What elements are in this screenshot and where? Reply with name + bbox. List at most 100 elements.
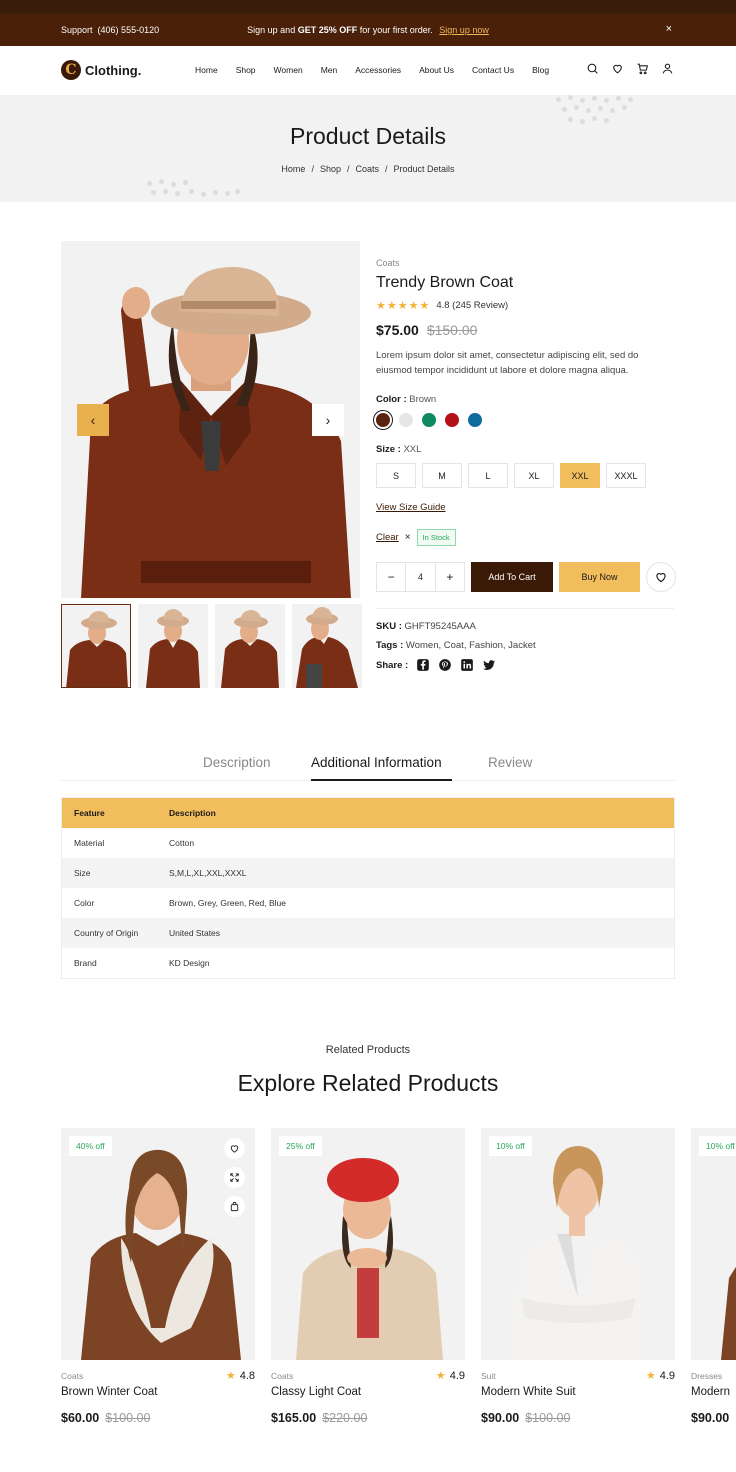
size-guide-link[interactable]: View Size Guide: [376, 502, 446, 513]
card-price-current: $60.00: [61, 1411, 100, 1425]
thumbnail-4[interactable]: [292, 604, 362, 688]
user-icon[interactable]: [661, 62, 674, 75]
table-row: Color Brown, Grey, Green, Red, Blue: [62, 888, 674, 918]
breadcrumb-separator: /: [346, 164, 350, 174]
product-card[interactable]: 10% off Suit ★ 4.9 Modern White Suit $90.…: [481, 1128, 675, 1425]
thumbnail-1[interactable]: [61, 604, 131, 688]
swatch-brown[interactable]: [376, 413, 390, 427]
nav-item-shop[interactable]: Shop: [236, 65, 256, 75]
thumbnail-2[interactable]: [138, 604, 208, 688]
related-title: Explore Related Products: [237, 1070, 499, 1096]
product-card[interactable]: 25% off Coats ★ 4.9 Classy Light Coat $16…: [271, 1128, 465, 1425]
share-label: Share :: [376, 659, 409, 671]
card-price-current: $90.00: [691, 1411, 730, 1425]
tab-review[interactable]: Review: [488, 755, 532, 770]
qty-minus-button[interactable]: −: [377, 563, 405, 591]
nav-item-accessories[interactable]: Accessories: [355, 65, 401, 75]
card-name[interactable]: Classy Light Coat: [271, 1386, 361, 1398]
close-icon[interactable]: ×: [666, 23, 672, 35]
nav-item-contact[interactable]: Contact Us: [472, 65, 514, 75]
swatch-green[interactable]: [422, 413, 436, 427]
swatch-red[interactable]: [445, 413, 459, 427]
clear-link[interactable]: Clear: [376, 532, 399, 543]
add-to-cart-button[interactable]: Add To Cart: [471, 562, 553, 592]
thumbnail-3[interactable]: [215, 604, 285, 688]
nav-item-about[interactable]: About Us: [419, 65, 454, 75]
wishlist-button[interactable]: [646, 562, 676, 592]
size-option-xxl[interactable]: XXL: [560, 463, 600, 488]
product-category[interactable]: Coats: [376, 258, 676, 268]
product-card-image[interactable]: 10% off: [481, 1128, 675, 1360]
product-card-image[interactable]: 25% off: [271, 1128, 465, 1360]
cart-icon[interactable]: [636, 62, 649, 75]
wishlist-button[interactable]: [224, 1138, 245, 1159]
nav-item-women[interactable]: Women: [274, 65, 303, 75]
twitter-icon[interactable]: [482, 658, 496, 672]
card-rating: ★ 4.9: [646, 1369, 675, 1382]
size-option-xxxl[interactable]: XXXL: [606, 463, 646, 488]
card-name[interactable]: Brown Winter Coat: [61, 1386, 158, 1398]
rating-stars: ★★★★★: [376, 300, 431, 312]
nav-menu: Home Shop Women Men Accessories About Us…: [195, 65, 549, 75]
size-option-l[interactable]: L: [468, 463, 508, 488]
tags-value[interactable]: Women, Coat, Fashion, Jacket: [406, 640, 536, 651]
qty-plus-button[interactable]: +: [436, 563, 464, 591]
logo[interactable]: C Clothing.: [61, 60, 141, 80]
tab-description[interactable]: Description: [203, 755, 271, 770]
gallery-next-button[interactable]: ›: [312, 404, 344, 436]
row-feature: Country of Origin: [74, 928, 139, 938]
breadcrumb-separator: /: [311, 164, 314, 174]
size-option-xl[interactable]: XL: [514, 463, 554, 488]
card-name[interactable]: Modern White Suit: [481, 1386, 576, 1398]
nav-item-blog[interactable]: Blog: [532, 65, 549, 75]
table-row: Brand KD Design: [62, 948, 674, 978]
gallery-prev-button[interactable]: ‹: [77, 404, 109, 436]
share-row: Share :: [376, 658, 676, 672]
sku-row: SKU : GHFT95245AAA: [376, 621, 676, 632]
size-value: XXL: [403, 444, 422, 455]
size-options: S M L XL XXL XXXL: [376, 463, 676, 488]
card-actions: [224, 1138, 245, 1217]
linkedin-icon[interactable]: [460, 658, 474, 672]
clear-icon[interactable]: ×: [405, 532, 411, 543]
info-tabs: Description Additional Information Revie…: [61, 750, 675, 781]
breadcrumb-shop[interactable]: Shop: [320, 164, 341, 174]
logo-mark: C: [61, 60, 81, 80]
product-card[interactable]: 10% off Dresses Modern $90.00: [691, 1128, 736, 1425]
promo-bold: GET 25% OFF: [297, 25, 358, 35]
signup-link[interactable]: Sign up now: [439, 25, 489, 35]
breadcrumb-separator: /: [385, 164, 388, 174]
product-card-image[interactable]: 40% off: [61, 1128, 255, 1360]
product-price: $75.00: [376, 322, 419, 338]
size-option-s[interactable]: S: [376, 463, 416, 488]
color-label-text: Color :: [376, 394, 407, 405]
pinterest-icon[interactable]: [438, 658, 452, 672]
facebook-icon[interactable]: [416, 658, 430, 672]
card-price-old: $220.00: [322, 1411, 368, 1425]
logo-text: Clothing.: [85, 62, 142, 78]
rating-text[interactable]: 4.8 (245 Review): [436, 300, 508, 311]
size-option-m[interactable]: M: [422, 463, 462, 488]
product-rating: ★★★★★ 4.8 (245 Review): [376, 299, 676, 312]
product-card[interactable]: 40% off Coats ★ 4.8 Brown Winter Coat $60…: [61, 1128, 255, 1425]
heart-icon[interactable]: [611, 62, 624, 75]
nav-item-home[interactable]: Home: [195, 65, 218, 75]
breadcrumb-coats[interactable]: Coats: [356, 164, 380, 174]
qty-input[interactable]: 4: [405, 563, 436, 591]
row-value: Cotton: [169, 838, 195, 848]
main-nav: C Clothing. Home Shop Women Men Accessor…: [0, 46, 736, 95]
quick-view-button[interactable]: [224, 1167, 245, 1188]
swatch-grey[interactable]: [399, 413, 413, 427]
buy-now-button[interactable]: Buy Now: [559, 562, 640, 592]
additional-info-table: Feature Description Material Cotton Size…: [61, 797, 675, 979]
breadcrumb-home[interactable]: Home: [281, 164, 305, 174]
product-card-image[interactable]: 10% off: [691, 1128, 736, 1360]
add-to-bag-button[interactable]: [224, 1196, 245, 1217]
nav-item-men[interactable]: Men: [321, 65, 338, 75]
woman-in-dress-photo: [721, 1266, 736, 1360]
tab-additional-information[interactable]: Additional Information: [311, 755, 442, 770]
card-name[interactable]: Modern: [691, 1386, 730, 1398]
swatch-blue[interactable]: [468, 413, 482, 427]
search-icon[interactable]: [586, 62, 599, 75]
thumbnail-strip: [61, 604, 362, 688]
